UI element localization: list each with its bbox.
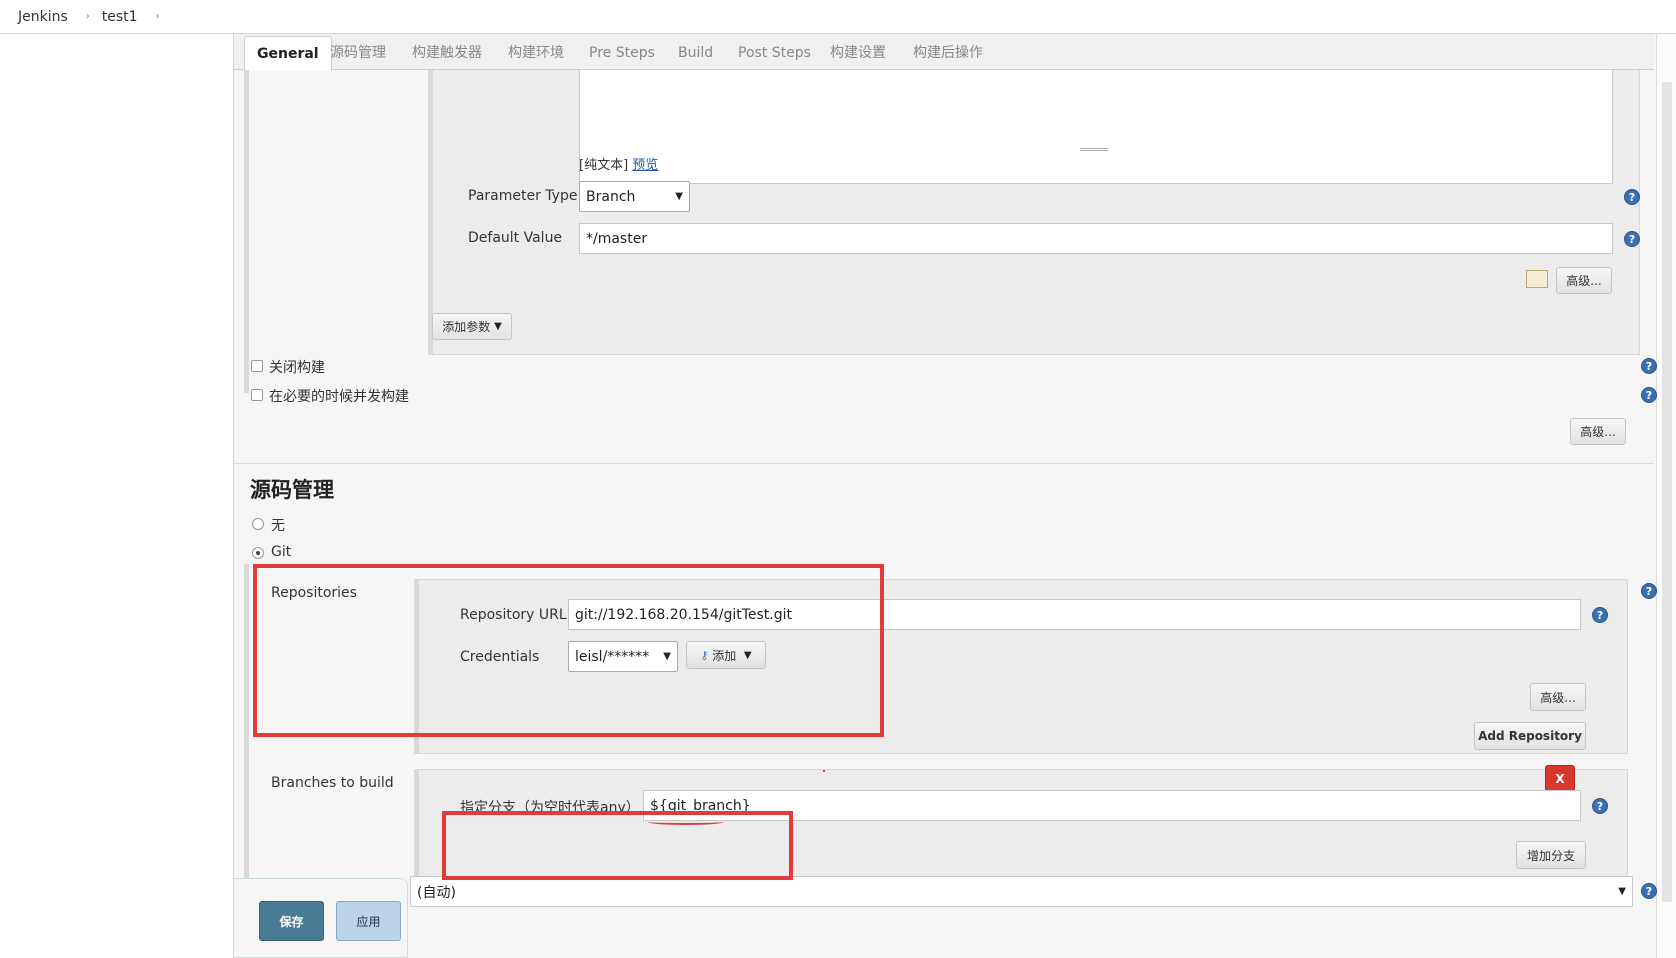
- breadcrumb-test1[interactable]: test1: [102, 9, 144, 25]
- breadcrumb: Jenkins › test1 ›: [0, 0, 1676, 34]
- help-icon[interactable]: ?: [1641, 883, 1657, 899]
- concurrent-build-label: 在必要的时候并发构建: [269, 389, 409, 405]
- help-icon[interactable]: ?: [1641, 358, 1657, 374]
- tab-triggers[interactable]: 构建触发器: [400, 36, 494, 70]
- scm-none-label: 无: [271, 518, 285, 534]
- breadcrumb-jenkins[interactable]: Jenkins: [0, 9, 74, 25]
- parameter-type-value: Branch: [586, 188, 636, 205]
- plain-text-label: [纯文本]: [579, 158, 629, 173]
- help-icon[interactable]: ?: [1592, 798, 1608, 814]
- disable-build-label: 关闭构建: [269, 360, 325, 376]
- branches-to-build-label: Branches to build: [271, 775, 394, 791]
- description-textarea[interactable]: [579, 70, 1613, 184]
- tab-pre-steps[interactable]: Pre Steps: [577, 36, 667, 70]
- repository-browser-select[interactable]: (自动) ▼: [410, 876, 1633, 907]
- parameter-bar: [428, 70, 433, 355]
- breadcrumb-separator-icon[interactable]: ›: [144, 11, 172, 22]
- branches-bar: [414, 769, 419, 888]
- delete-branch-button[interactable]: X: [1545, 765, 1575, 792]
- disable-build-checkbox[interactable]: [251, 360, 263, 372]
- add-parameter-label: 添加参数: [442, 320, 491, 334]
- add-parameter-button[interactable]: 添加参数 ▼: [432, 313, 512, 340]
- tab-post-steps[interactable]: Post Steps: [726, 36, 823, 70]
- repository-advanced-button[interactable]: 高级...: [1530, 683, 1586, 711]
- default-value-label: Default Value: [468, 230, 563, 246]
- preview-link[interactable]: 预览: [632, 158, 658, 173]
- dropdown-arrow-icon: ▼: [675, 191, 683, 202]
- help-icon[interactable]: ?: [1641, 583, 1657, 599]
- scrollbar-thumb[interactable]: [1662, 82, 1672, 902]
- scm-none-radio[interactable]: [252, 518, 264, 530]
- tab-build-env[interactable]: 构建环境: [496, 36, 576, 70]
- help-icon[interactable]: ?: [1624, 189, 1640, 205]
- add-repository-button[interactable]: Add Repository: [1474, 722, 1586, 750]
- parameter-type-select[interactable]: Branch ▼: [579, 181, 690, 212]
- help-icon[interactable]: ?: [1624, 231, 1640, 247]
- parameter-type-label: Parameter Type: [468, 188, 578, 204]
- apply-button[interactable]: 应用: [336, 901, 401, 941]
- divider: [234, 463, 1654, 464]
- scm-git-radio[interactable]: [252, 547, 264, 559]
- breadcrumb-separator-icon[interactable]: ›: [74, 11, 102, 22]
- scrollbar[interactable]: [1656, 34, 1676, 958]
- add-branch-button[interactable]: 增加分支: [1516, 841, 1586, 869]
- tab-build-settings[interactable]: 构建设置: [818, 36, 898, 70]
- parameter-advanced-button[interactable]: 高级...: [1556, 267, 1612, 294]
- save-button[interactable]: 保存: [259, 901, 324, 941]
- resize-handle-icon[interactable]: [1080, 148, 1108, 151]
- highlight-box-repository: [253, 564, 884, 737]
- general-advanced-button[interactable]: 高级...: [1570, 418, 1626, 445]
- highlight-box-branch: [442, 811, 793, 880]
- dropdown-arrow-icon: ▼: [1618, 886, 1626, 897]
- tab-post-build[interactable]: 构建后操作: [901, 36, 995, 70]
- description-format: [纯文本] 预览: [579, 154, 658, 173]
- help-icon[interactable]: ?: [1592, 607, 1608, 623]
- repository-browser-value: (自动): [417, 884, 456, 901]
- default-value-input[interactable]: */master: [579, 223, 1613, 254]
- tab-build[interactable]: Build: [666, 36, 725, 70]
- scm-git-label: Git: [271, 544, 292, 560]
- config-tabs: General 源码管理 构建触发器 构建环境 Pre Steps Build …: [234, 34, 1654, 71]
- concurrent-build-checkbox[interactable]: [251, 389, 263, 401]
- tab-scm[interactable]: 源码管理: [318, 36, 398, 70]
- help-icon[interactable]: ?: [1641, 387, 1657, 403]
- scm-title: 源码管理: [250, 478, 334, 502]
- red-dot: [823, 770, 825, 772]
- notepad-icon[interactable]: [1526, 270, 1548, 288]
- dropdown-arrow-icon: ▼: [494, 321, 502, 332]
- section-bar: [244, 70, 249, 393]
